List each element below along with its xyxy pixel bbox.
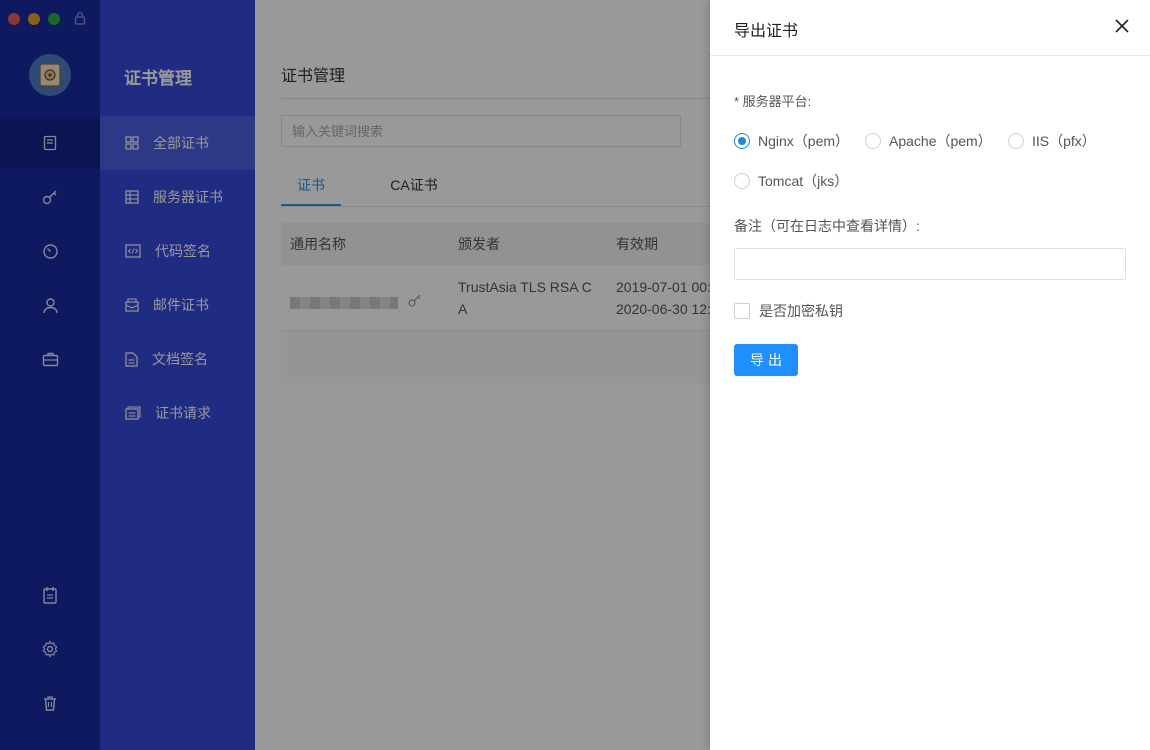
drawer-title: 导出证书 xyxy=(734,23,799,40)
checkbox-box xyxy=(734,303,750,319)
radio-label: IIS（pfx） xyxy=(1032,133,1096,149)
checkbox-label: 是否加密私钥 xyxy=(759,303,843,319)
export-certificate-drawer: 导出证书 * 服务器平台: Nginx（pem） Apache（pem） IIS… xyxy=(710,0,1150,750)
platform-label: * 服务器平台: xyxy=(734,94,812,109)
radio-label: Tomcat（jks） xyxy=(758,173,849,189)
radio-circle xyxy=(734,133,750,149)
radio-circle xyxy=(865,133,881,149)
note-input[interactable] xyxy=(734,248,1126,280)
radio-apache[interactable]: Apache（pem） xyxy=(865,131,992,151)
radio-tomcat[interactable]: Tomcat（jks） xyxy=(734,171,848,191)
radio-circle xyxy=(734,173,750,189)
modal-mask[interactable] xyxy=(0,0,710,750)
encrypt-private-key-checkbox[interactable]: 是否加密私钥 xyxy=(734,301,843,321)
export-button[interactable]: 导出 xyxy=(734,344,798,376)
radio-label: Nginx（pem） xyxy=(758,133,850,149)
radio-circle xyxy=(1008,133,1024,149)
drawer-header: 导出证书 xyxy=(710,0,1150,56)
close-icon[interactable] xyxy=(1114,18,1130,34)
note-label: 备注（可在日志中查看详情）: xyxy=(734,218,920,234)
radio-label: Apache（pem） xyxy=(889,133,992,149)
radio-nginx[interactable]: Nginx（pem） xyxy=(734,131,849,151)
radio-iis[interactable]: IIS（pfx） xyxy=(1008,131,1096,151)
